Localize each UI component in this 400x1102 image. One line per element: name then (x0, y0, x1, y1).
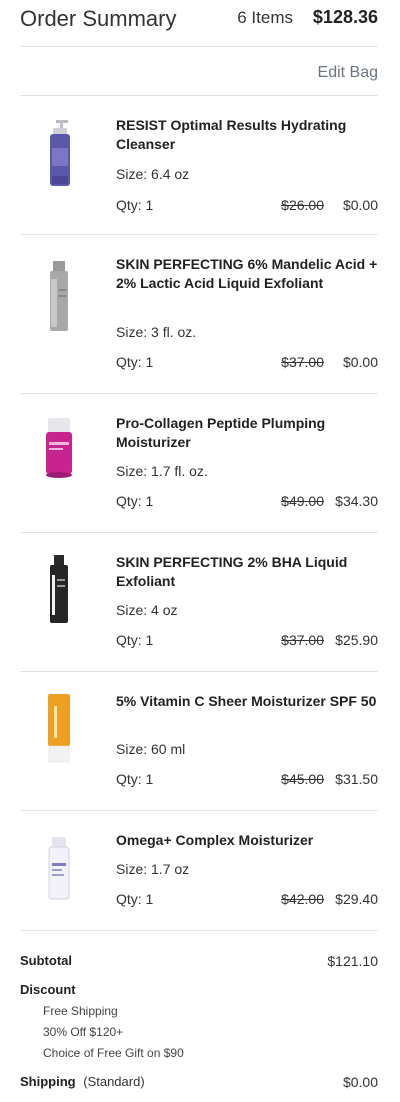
product-image-purple-pump-bottle (50, 120, 70, 186)
product-size: Size: 1.7 oz (116, 861, 190, 877)
shipping-method: (Standard) (83, 1074, 145, 1089)
product-name[interactable]: RESIST Optimal Results Hydrating Cleanse… (116, 116, 378, 154)
product-size: Size: 6.4 oz (116, 166, 190, 182)
product-size: Size: 4 oz (116, 602, 178, 618)
product-item: Omega+ Complex Moisturizer Size: 1.7 oz … (20, 811, 378, 931)
final-price: $0.00 (342, 354, 378, 370)
discount-label: Discount (20, 982, 76, 997)
product-image-white-pump-bottle (48, 837, 70, 900)
product-size: Size: 60 ml (116, 741, 186, 757)
shipping-value: $0.00 (342, 1074, 378, 1090)
product-image-gray-bottle (50, 261, 68, 331)
product-item: 5% Vitamin C Sheer Moisturizer SPF 50 Si… (20, 672, 378, 811)
discount-free-shipping: Free Shipping (43, 1004, 118, 1018)
final-price: $25.90 (335, 632, 378, 648)
product-name[interactable]: Pro-Collagen Peptide Plumping Moisturize… (116, 414, 378, 452)
shipping-label: Shipping (20, 1074, 76, 1089)
final-price: $0.00 (342, 197, 378, 213)
shipping-row: Shipping (Standard) (20, 1074, 145, 1089)
product-qty: Qty: 1 (116, 493, 154, 509)
product-qty: Qty: 1 (116, 771, 154, 787)
product-size: Size: 3 fl. oz. (116, 324, 197, 340)
product-item: RESIST Optimal Results Hydrating Cleanse… (20, 96, 378, 235)
edit-bag-row: Edit Bag (20, 47, 378, 96)
original-price: $42.00 (281, 891, 324, 907)
product-qty: Qty: 1 (116, 354, 154, 370)
final-price: $34.30 (335, 493, 378, 509)
discount-free-gift: Choice of Free Gift on $90 (43, 1046, 184, 1060)
product-name[interactable]: SKIN PERFECTING 2% BHA Liquid Exfoliant (116, 553, 378, 591)
product-item: SKIN PERFECTING 2% BHA Liquid Exfoliant … (20, 533, 378, 672)
discount-30-percent: 30% Off $120+ (43, 1025, 124, 1039)
product-name[interactable]: Omega+ Complex Moisturizer (116, 831, 378, 850)
edit-bag-link[interactable]: Edit Bag (318, 64, 378, 82)
product-item: SKIN PERFECTING 6% Mandelic Acid + 2% La… (20, 235, 378, 394)
subtotal-value: $121.10 (327, 953, 378, 969)
product-name[interactable]: SKIN PERFECTING 6% Mandelic Acid + 2% La… (116, 255, 378, 293)
original-price: $49.00 (281, 493, 324, 509)
product-qty: Qty: 1 (116, 197, 154, 213)
final-price: $31.50 (335, 771, 378, 787)
final-price: $29.40 (335, 891, 378, 907)
item-count: 6 Items (237, 8, 293, 27)
product-name[interactable]: 5% Vitamin C Sheer Moisturizer SPF 50 (116, 692, 378, 711)
product-qty: Qty: 1 (116, 891, 154, 907)
subtotal-label: Subtotal (20, 953, 72, 968)
product-image-orange-tube (48, 694, 70, 763)
page-title: Order Summary (20, 6, 177, 31)
original-price: $37.00 (281, 632, 324, 648)
product-size: Size: 1.7 fl. oz. (116, 463, 208, 479)
product-image-magenta-jar (46, 418, 72, 478)
order-summary-header: Order Summary 6 Items $128.36 (20, 0, 378, 47)
order-total: $128.36 (312, 7, 378, 27)
original-price: $26.00 (281, 197, 324, 213)
original-price: $37.00 (281, 354, 324, 370)
product-image-black-bottle (50, 555, 68, 623)
product-item: Pro-Collagen Peptide Plumping Moisturize… (20, 394, 378, 533)
original-price: $45.00 (281, 771, 324, 787)
product-qty: Qty: 1 (116, 632, 154, 648)
